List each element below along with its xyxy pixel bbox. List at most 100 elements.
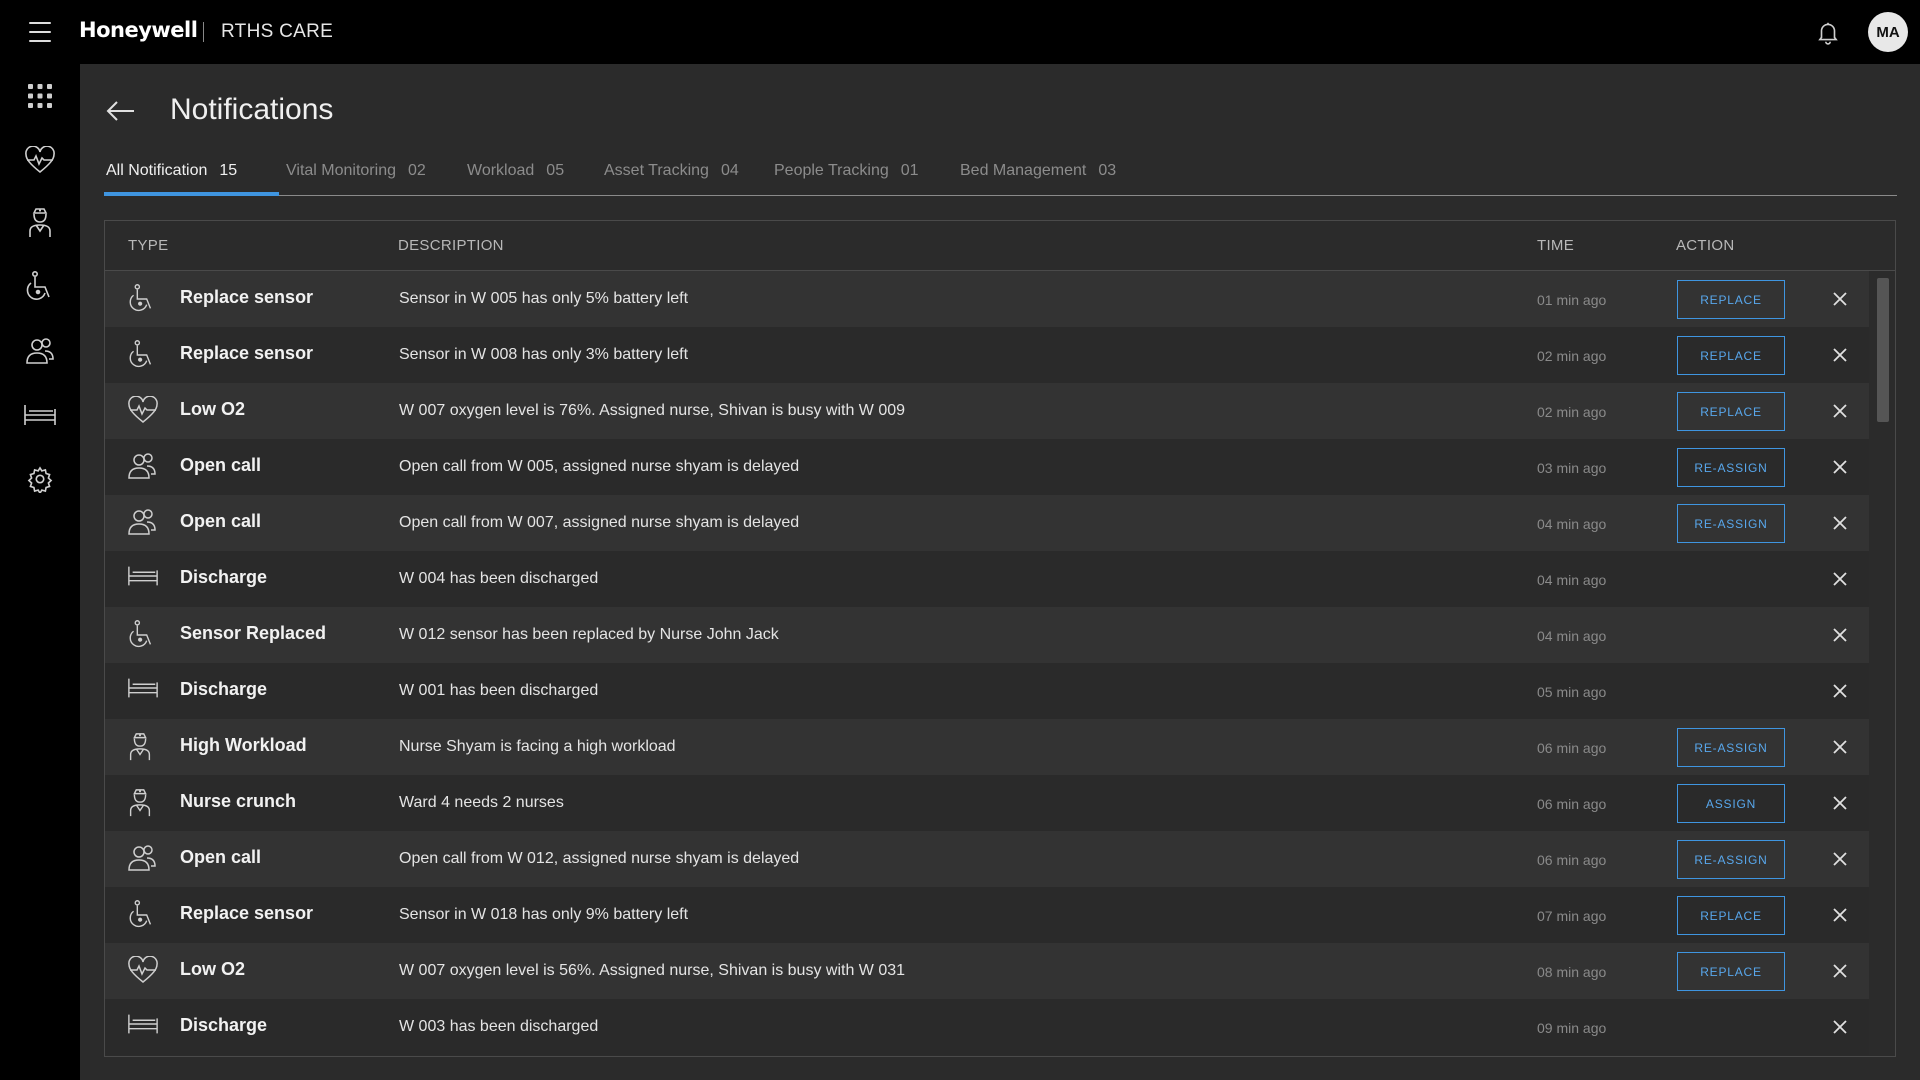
- re-assign-button[interactable]: RE-ASSIGN: [1677, 728, 1785, 767]
- tab-label: Workload: [467, 162, 535, 179]
- sidebar-item-vitals[interactable]: [22, 142, 58, 178]
- sidebar-item-workload[interactable]: [22, 205, 58, 241]
- notification-type: Discharge: [180, 567, 268, 587]
- tab-workload[interactable]: Workload 05: [467, 162, 564, 180]
- notification-time: 09 min ago: [1537, 1020, 1607, 1036]
- notification-type: Open call: [180, 847, 262, 867]
- page-title: Notifications: [170, 93, 334, 126]
- sidebar-item-people[interactable]: [22, 333, 58, 369]
- notification-time: 02 min ago: [1537, 404, 1607, 420]
- brand-logo: Honeywell: [79, 18, 198, 42]
- sidebar-item-apps[interactable]: [22, 78, 58, 114]
- tab-label: People Tracking: [774, 162, 889, 179]
- top-bar: Honeywell RTHS CARE MA: [0, 0, 1920, 64]
- app-name: RTHS CARE: [221, 21, 334, 42]
- notification-time: 04 min ago: [1537, 628, 1607, 644]
- scrollbar[interactable]: [1877, 278, 1889, 1056]
- notification-time: 04 min ago: [1537, 516, 1607, 532]
- avatar[interactable]: MA: [1868, 12, 1908, 52]
- close-icon[interactable]: [1828, 623, 1852, 647]
- replace-button[interactable]: REPLACE: [1677, 392, 1785, 431]
- tab-count: 03: [1098, 162, 1117, 179]
- replace-button[interactable]: REPLACE: [1677, 280, 1785, 319]
- notification-description: Nurse Shyam is facing a high workload: [399, 738, 676, 755]
- wheelchair-icon: [26, 271, 50, 300]
- notification-time: 03 min ago: [1537, 460, 1607, 476]
- table-row: Open call Open call from W 012, assigned …: [105, 831, 1869, 887]
- table-row: Low O2 W 007 oxygen level is 56%. Assigne…: [105, 943, 1869, 999]
- close-icon[interactable]: [1828, 1015, 1852, 1039]
- close-icon[interactable]: [1828, 735, 1852, 759]
- close-icon[interactable]: [1828, 679, 1852, 703]
- bed-icon: [127, 564, 158, 594]
- tab-label: Asset Tracking: [604, 162, 709, 179]
- notification-time: 07 min ago: [1537, 908, 1607, 924]
- close-icon[interactable]: [1828, 343, 1852, 367]
- notification-time: 02 min ago: [1537, 348, 1607, 364]
- tab-all-notification[interactable]: All Notification 15: [106, 162, 237, 180]
- notification-description: W 012 sensor has been replaced by Nurse …: [399, 626, 779, 643]
- people-icon: [26, 338, 54, 364]
- nurse-icon: [127, 788, 157, 818]
- replace-button[interactable]: REPLACE: [1677, 896, 1785, 935]
- replace-button[interactable]: REPLACE: [1677, 336, 1785, 375]
- table-row: Replace sensor Sensor in W 005 has only 5…: [105, 271, 1869, 327]
- close-icon[interactable]: [1828, 847, 1852, 871]
- people-icon: [127, 508, 157, 538]
- tab-vital-monitoring[interactable]: Vital Monitoring 02: [286, 162, 426, 180]
- table-row: High Workload Nurse Shyam is facing a hig…: [105, 719, 1869, 775]
- menu-icon[interactable]: [29, 22, 51, 42]
- notification-time: 06 min ago: [1537, 852, 1607, 868]
- heart-pulse-icon: [127, 955, 158, 986]
- re-assign-button[interactable]: RE-ASSIGN: [1677, 448, 1785, 487]
- sidebar-item-beds[interactable]: [22, 397, 58, 433]
- scrollbar-thumb[interactable]: [1877, 278, 1889, 422]
- table-row: Replace sensor Sensor in W 008 has only 3…: [105, 327, 1869, 383]
- notification-description: Open call from W 005, assigned nurse shy…: [399, 458, 800, 475]
- close-icon[interactable]: [1828, 455, 1852, 479]
- re-assign-button[interactable]: RE-ASSIGN: [1677, 504, 1785, 543]
- notification-type: Open call: [180, 455, 262, 475]
- brand-divider: [203, 22, 204, 42]
- notification-type: Low O2: [180, 399, 246, 419]
- tab-count: 01: [900, 162, 919, 179]
- back-arrow-icon[interactable]: [105, 96, 137, 126]
- nurse-icon: [127, 732, 157, 762]
- notification-description: Open call from W 012, assigned nurse shy…: [399, 850, 800, 867]
- bed-icon: [24, 405, 56, 425]
- table-row: Discharge W 001 has been discharged 05 min…: [105, 663, 1869, 719]
- close-icon[interactable]: [1828, 791, 1852, 815]
- wheelchair-icon: [127, 900, 157, 930]
- notification-type: Sensor Replaced: [180, 623, 327, 643]
- close-icon[interactable]: [1828, 399, 1852, 423]
- close-icon[interactable]: [1828, 959, 1852, 983]
- sidebar-item-settings[interactable]: [22, 461, 58, 497]
- sidebar: [0, 64, 80, 1080]
- bed-icon: [127, 676, 158, 706]
- sidebar-item-assets[interactable]: [22, 269, 58, 305]
- tab-asset-tracking[interactable]: Asset Tracking 04: [604, 162, 739, 180]
- close-icon[interactable]: [1828, 511, 1852, 535]
- notification-time: 01 min ago: [1537, 292, 1607, 308]
- nurse-icon: [29, 208, 51, 237]
- tab-count: 02: [407, 162, 426, 179]
- wheelchair-icon: [127, 620, 157, 650]
- bell-icon[interactable]: [1815, 19, 1841, 45]
- notification-description: Ward 4 needs 2 nurses: [399, 794, 564, 811]
- close-icon[interactable]: [1828, 287, 1852, 311]
- notification-description: Sensor in W 008 has only 3% battery left: [399, 346, 689, 363]
- assign-button[interactable]: ASSIGN: [1677, 784, 1785, 823]
- column-header-action: ACTION: [1676, 237, 1735, 254]
- tab-people-tracking[interactable]: People Tracking 01: [774, 162, 919, 180]
- notification-description: W 001 has been discharged: [399, 682, 599, 699]
- close-icon[interactable]: [1828, 903, 1852, 927]
- wheelchair-icon: [127, 284, 157, 314]
- close-icon[interactable]: [1828, 567, 1852, 591]
- notification-description: W 007 oxygen level is 56%. Assigned nurs…: [399, 962, 906, 979]
- tab-bed-management[interactable]: Bed Management 03: [960, 162, 1116, 180]
- re-assign-button[interactable]: RE-ASSIGN: [1677, 840, 1785, 879]
- notification-type: Discharge: [180, 679, 268, 699]
- notification-type: Discharge: [180, 1015, 268, 1035]
- notification-time: 06 min ago: [1537, 740, 1607, 756]
- replace-button[interactable]: REPLACE: [1677, 952, 1785, 991]
